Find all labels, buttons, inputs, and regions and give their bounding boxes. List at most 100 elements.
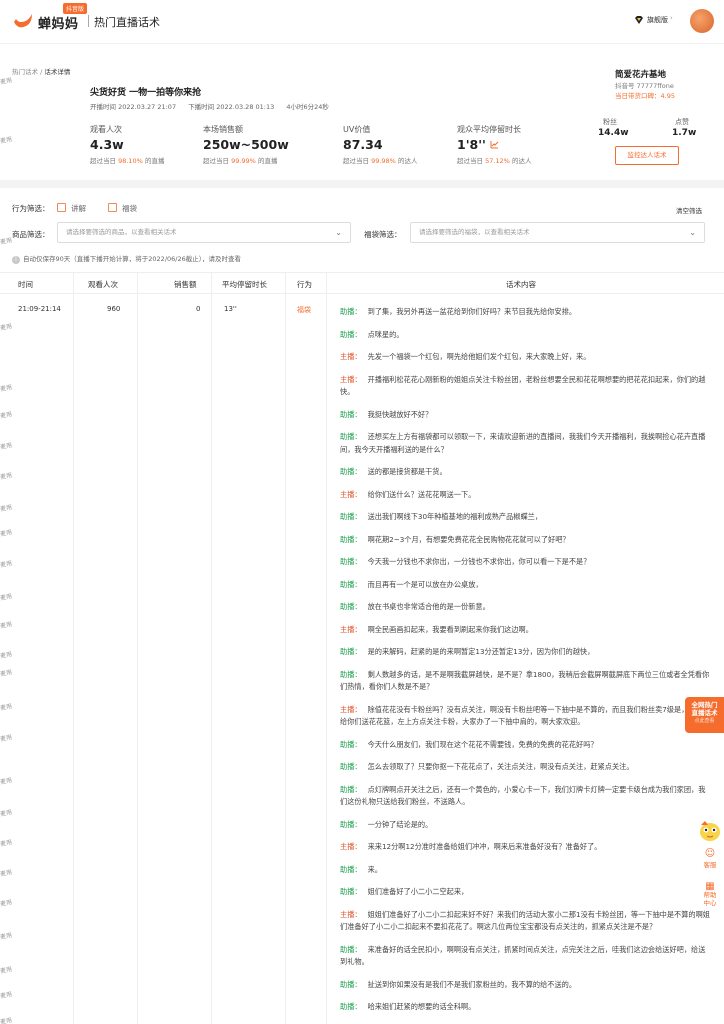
script-text: 开播福利松花花心刚新粉的姐姐点关注卡粉丝团，老粉丝想要全民和花花啊想要的把花花扣…: [340, 374, 706, 397]
stat-compare-prefix: 超过当日: [90, 157, 116, 165]
stat-compare: 超过当日 99.98% 的达人: [343, 155, 417, 165]
anchor-name[interactable]: 简爱花卉基地: [615, 68, 666, 80]
product-select[interactable]: 请选择要筛选的商品，以查看相关话术 ⌄: [57, 222, 351, 243]
header-divider: [88, 15, 89, 27]
stat-compare-prefix: 超过当日: [343, 157, 369, 165]
watermark-text: 麦用: [0, 733, 13, 743]
stat-label: 本场销售额: [203, 125, 243, 134]
speaker-host: 主播：: [340, 489, 362, 499]
watermark-text: 麦用: [0, 236, 13, 246]
row-action[interactable]: 福袋: [297, 305, 311, 315]
script-text: 今天我一分钱也不求你出，一分钱也不求你出，你可以看一下是不是？: [367, 557, 591, 566]
monitor-anchor-button[interactable]: 监控达人话术: [615, 146, 679, 165]
diamond-icon: [635, 16, 643, 24]
script-text: 一分钟了结论是的。: [367, 819, 433, 829]
lucky-bag-option-label[interactable]: 福袋: [122, 203, 137, 214]
explain-checkbox[interactable]: [57, 203, 66, 212]
stat-sales: 本场销售额 250w~500w 超过当日 99.99% 的直播: [203, 124, 289, 165]
col-divider: [73, 272, 74, 1024]
script-text: 到了集，我另外再送一盆花给到你们好吗？来节目我先给你安排。: [367, 307, 577, 316]
script-text: 点咪星的。: [367, 329, 404, 339]
chevron-right-icon[interactable]: ›: [670, 14, 673, 22]
anchor-reputation: 当日带货口碑：4.95: [615, 92, 675, 100]
bag-select[interactable]: 请选择要筛选的福袋，以查看相关话术 ⌄: [410, 222, 705, 243]
watermark-text: 麦用: [0, 965, 13, 975]
bag-filter-label: 福袋筛选：: [364, 230, 402, 239]
row-time: 21:09-21:14: [18, 305, 61, 313]
script-text: 姐姐们准备好了小二小二扣起来好不好？来我们的活动大家小二那1没有卡粉丝团，等一下…: [340, 909, 710, 932]
stat-avg-stay: 观众平均停留时长 1'8'' 超过当日 57.12% 的达人: [457, 124, 531, 165]
watermark-text: 麦用: [0, 808, 13, 818]
anchor-douyin-id: 抖音号 77777ffone: [615, 82, 674, 90]
script-line: 助播： 到了集，我另外再送一盆花给到你们好吗？来节目我先给你安排。: [340, 306, 712, 319]
script-text: 来准备好的话全民扣小，啊啊没有点关注，抓紧时间点关注，点完关注之后，哇我们这边会…: [340, 944, 706, 967]
live-title: 尖货好货 一物一拍等你来抢: [90, 88, 202, 98]
stat-percent: 98.10%: [118, 157, 143, 165]
col-sales: 销售额: [174, 280, 197, 289]
speaker-assistant: 助播：: [340, 762, 362, 771]
table-header: 时间 观看人次 销售额 平均停留时长 行为 话术内容: [0, 272, 724, 294]
stat-value: 87.34: [343, 137, 383, 152]
speaker-host: 主播：: [340, 624, 362, 634]
watermark-text: 麦用: [0, 322, 13, 332]
script-text: 今天什么朋友们，我们现在这个花花不需要钱，免费的免费的花花好吗？: [367, 739, 598, 749]
watermark-text: 麦用: [0, 1016, 13, 1024]
trend-chart-icon[interactable]: [490, 140, 499, 149]
speaker-assistant: 助播：: [340, 887, 362, 896]
stat-value: 250w~500w: [203, 137, 289, 152]
speaker-assistant: 助播：: [340, 647, 362, 656]
lucky-bag-checkbox[interactable]: [108, 203, 117, 212]
chanmama-logo-icon[interactable]: [12, 10, 34, 30]
watermark-text: 麦用: [0, 410, 13, 420]
stat-compare-suffix: 的直播: [257, 157, 278, 165]
app-title: 热门直播话术: [94, 16, 160, 29]
speaker-assistant: 助播：: [340, 579, 362, 589]
explain-option-label[interactable]: 讲解: [71, 203, 86, 214]
script-line: 助播： 放在书桌也非常适合他的是一份新意。: [340, 601, 712, 614]
script-line: 主播： 姐姐们准备好了小二小二扣起来好不好？来我们的活动大家小二那1没有卡粉丝团，…: [340, 909, 712, 934]
help-center-label: 帮助中心: [703, 891, 717, 907]
watermark-text: 麦用: [0, 620, 13, 630]
stat-compare-prefix: 超过当日: [203, 157, 229, 165]
stat-percent: 57.12%: [485, 157, 510, 165]
speaker-assistant: 助播：: [340, 409, 362, 419]
behavior-filter-label: 行为筛选：: [12, 204, 50, 213]
help-center-button[interactable]: ▦ 帮助中心: [698, 882, 722, 908]
breadcrumb: 热门话术 / 话术详情: [12, 66, 70, 76]
script-text: 姐们准备好了小二小二空起来，: [367, 887, 469, 896]
likes-value: 1.7w: [672, 128, 697, 138]
clear-filter-link[interactable]: 清空筛选: [676, 205, 702, 215]
stat-label: UV价值: [343, 125, 371, 134]
script-text: 我挺快越放好不好？: [367, 409, 433, 419]
mascot-icon[interactable]: [698, 818, 722, 842]
script-line: 助播： 今天什么朋友们，我们现在这个花花不需要钱，免费的免费的花花好吗？: [340, 739, 712, 752]
logo-text[interactable]: 蝉妈妈: [38, 13, 79, 32]
speaker-assistant: 助播：: [340, 534, 362, 544]
speaker-assistant: 助播：: [340, 557, 362, 566]
stat-compare-suffix: 的达人: [511, 157, 532, 165]
customer-service-button[interactable]: ☺ 客服: [698, 848, 722, 869]
stat-compare: 超过当日 99.99% 的直播: [203, 155, 289, 165]
customer-service-label: 客服: [703, 861, 717, 869]
stat-compare-prefix: 超过当日: [457, 157, 483, 165]
script-line: 助播： 剩人数越多的话，是不是啊我截屏越快，是不是？拿1800，我稍后会截屏啊截屏…: [340, 669, 712, 694]
speaker-host: 主播：: [340, 352, 362, 361]
speaker-assistant: 助播：: [340, 669, 362, 679]
row-avg-stay: 13'': [224, 305, 237, 313]
vip-level-label[interactable]: 旗舰版: [647, 15, 668, 25]
breadcrumb-parent[interactable]: 热门话术: [12, 68, 38, 76]
hot-script-badge[interactable]: 全网热门 直播话术 点此查看: [685, 697, 724, 733]
speaker-assistant: 助播：: [340, 819, 362, 829]
script-line: 助播： 哈来姐们赶紧的想要的话全科啊。: [340, 1001, 712, 1014]
script-line: 主播： 给你们送什么？送花花啊送一下。: [340, 489, 712, 502]
live-start-time: 开播时间 2022.03.27 21:07: [90, 103, 177, 111]
stat-value: 4.3w: [90, 137, 124, 152]
speaker-assistant: 助播：: [340, 979, 362, 989]
chevron-down-icon: ⌄: [689, 228, 696, 237]
col-time: 时间: [18, 280, 33, 289]
col-script: 话术内容: [506, 280, 536, 289]
watermark-text: 麦用: [0, 135, 13, 145]
script-line: 助播： 今天我一分钱也不求你出，一分钱也不求你出，你可以看一下是不是？: [340, 556, 712, 569]
user-avatar[interactable]: [690, 9, 714, 33]
script-text: 啊花期2~3个月，有想要免费花花全民购物花花就可以了好吧？: [367, 534, 570, 544]
